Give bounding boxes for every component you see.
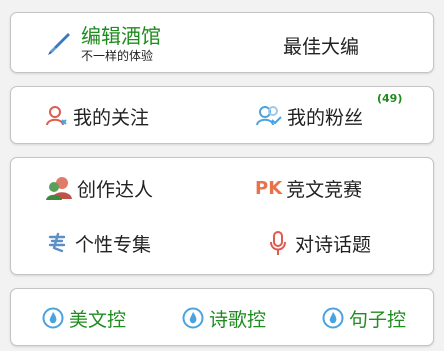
- user-follow-icon: [45, 104, 69, 128]
- category-card: 美文控 诗歌控 句子控: [10, 288, 434, 346]
- best-editor-entry[interactable]: 最佳大编: [283, 31, 359, 59]
- microphone-icon: [267, 230, 289, 256]
- flame-icon: [321, 306, 345, 330]
- my-follows-entry[interactable]: 我的关注: [45, 102, 149, 130]
- contest-entry[interactable]: PK 竞文竞赛: [255, 174, 362, 202]
- editor-tavern-card: 编辑酒馆 不一样的体验 最佳大编: [10, 12, 434, 73]
- category-label-sentence: 句子控: [349, 308, 407, 331]
- users-fans-icon: [255, 104, 283, 128]
- social-card: 我的关注 我的粉丝 (49): [10, 86, 434, 144]
- editor-tavern-title: 编辑酒馆: [81, 24, 161, 48]
- my-fans-label: 我的粉丝: [287, 106, 364, 129]
- personal-collection-entry[interactable]: 个性专集: [45, 229, 151, 257]
- category-item-poetry[interactable]: 诗歌控: [181, 304, 266, 332]
- editor-tavern-entry[interactable]: 编辑酒馆 不一样的体验: [45, 21, 215, 67]
- flame-icon: [41, 306, 65, 330]
- category-label-prose: 美文控: [69, 308, 127, 331]
- my-follows-label: 我的关注: [73, 106, 150, 129]
- pen-icon: [45, 30, 73, 58]
- fans-count-badge: (49): [377, 92, 403, 105]
- category-item-sentence[interactable]: 句子控: [321, 304, 406, 332]
- features-card: 创作达人 PK 竞文竞赛 个性专集 对诗话题: [10, 157, 434, 275]
- creator-people-icon: [45, 175, 73, 201]
- flame-icon: [181, 306, 205, 330]
- pk-icon: PK: [255, 177, 283, 199]
- category-item-prose[interactable]: 美文控: [41, 304, 126, 332]
- poem-topic-entry[interactable]: 对诗话题: [267, 229, 371, 257]
- contest-label: 竞文竞赛: [286, 178, 363, 201]
- collection-icon: [45, 231, 69, 255]
- category-label-poetry: 诗歌控: [209, 308, 267, 331]
- creator-talent-label: 创作达人: [77, 178, 154, 201]
- best-editor-label: 最佳大编: [283, 35, 360, 58]
- creator-talent-entry[interactable]: 创作达人: [45, 174, 153, 202]
- personal-collection-label: 个性专集: [75, 233, 152, 256]
- poem-topic-label: 对诗话题: [295, 233, 372, 256]
- editor-tavern-subtitle: 不一样的体验: [81, 49, 154, 63]
- my-fans-entry[interactable]: 我的粉丝: [255, 102, 363, 130]
